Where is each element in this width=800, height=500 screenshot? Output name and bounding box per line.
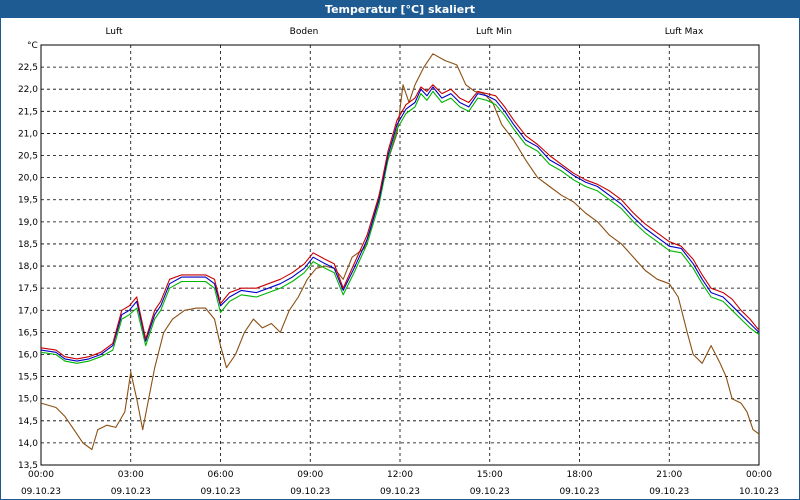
window-title: Temperatur [°C] skaliert (1, 1, 799, 18)
x-tick-date: 10.10.23 (739, 487, 779, 497)
x-tick-time: 12:00 (387, 470, 413, 480)
chart-window: Temperatur [°C] skaliert 13,5 14,0 14,5 15,… (0, 0, 800, 500)
x-tick-time: 00:00 (28, 470, 54, 480)
x-tick-date: 09.10.23 (21, 487, 61, 497)
y-tick-label: 15,5 (18, 373, 38, 383)
x-tick-date: 09.10.23 (380, 487, 420, 497)
y-tick-label: 22,0 (18, 85, 38, 95)
x-tick-time: 21:00 (656, 470, 682, 480)
x-tick-date: 09.10.23 (111, 487, 151, 497)
y-tick-label: 14,5 (18, 417, 38, 427)
y-tick-label: 18,5 (18, 240, 38, 250)
y-tick-label: 21,5 (18, 107, 38, 117)
x-tick-date: 09.10.23 (559, 487, 599, 497)
temperature-chart: 13,514,014,515,015,516,016,517,017,518,0… (18, 27, 779, 497)
x-tick-time: 03:00 (118, 470, 144, 480)
y-tick-label: 14,0 (18, 439, 38, 449)
x-tick-date: 09.10.23 (470, 487, 510, 497)
y-tick-label: 16,0 (18, 350, 38, 360)
y-tick-label: 20,5 (18, 152, 38, 162)
legend-entry: Luft Max (665, 27, 704, 37)
y-tick-label: 19,5 (18, 196, 38, 206)
y-tick-label: 16,5 (18, 328, 38, 338)
legend-entry: Boden (290, 27, 319, 37)
y-tick-label: 21,0 (18, 129, 38, 139)
legend-entry: Luft Min (476, 27, 512, 37)
y-tick-label: 17,0 (18, 306, 38, 316)
legend-entry: Luft (105, 27, 123, 37)
x-tick-time: 06:00 (208, 470, 234, 480)
x-tick-time: 18:00 (567, 470, 593, 480)
x-tick-time: 15:00 (477, 470, 503, 480)
y-tick-label: 20,0 (18, 174, 38, 184)
x-tick-date: 09.10.23 (649, 487, 689, 497)
x-tick-time: 00:00 (746, 470, 772, 480)
x-tick-date: 09.10.23 (290, 487, 330, 497)
y-tick-label: 19,0 (18, 218, 38, 228)
y-axis-label: °C (27, 41, 38, 51)
y-tick-label: 17,5 (18, 284, 38, 294)
y-tick-label: 15,0 (18, 395, 38, 405)
x-tick-date: 09.10.23 (200, 487, 240, 497)
y-tick-label: 18,0 (18, 262, 38, 272)
x-tick-time: 09:00 (297, 470, 323, 480)
y-tick-label: 22,5 (18, 63, 38, 73)
